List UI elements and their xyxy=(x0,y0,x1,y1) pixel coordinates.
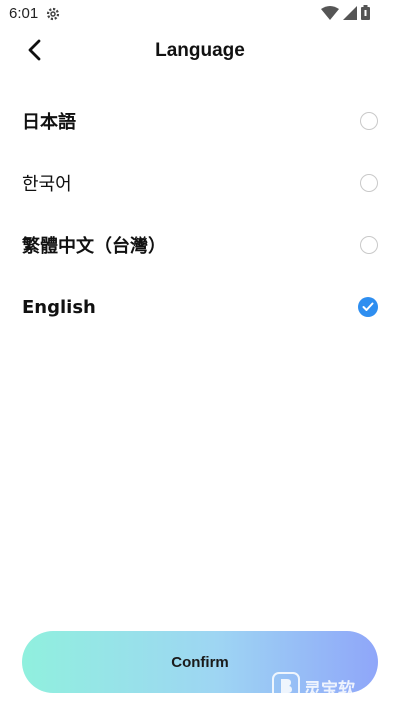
watermark: 灵宝软 xyxy=(272,664,400,711)
language-list: 日本語 한국어 繁體中文（台灣） English xyxy=(0,90,400,338)
status-icons xyxy=(321,5,370,24)
language-label: 日本語 xyxy=(22,112,76,133)
language-label: English xyxy=(22,296,96,318)
radio-unchecked-icon[interactable] xyxy=(360,174,378,192)
signal-icon xyxy=(343,5,357,24)
language-option-korean[interactable]: 한국어 xyxy=(0,152,400,214)
watermark-text: 灵宝软 xyxy=(304,680,355,700)
language-option-english[interactable]: English xyxy=(0,276,400,338)
radio-unchecked-icon[interactable] xyxy=(360,112,378,130)
confirm-label: Confirm xyxy=(171,653,229,671)
header: Language xyxy=(0,28,400,76)
page-title: Language xyxy=(155,40,245,61)
language-option-traditional-chinese[interactable]: 繁體中文（台灣） xyxy=(0,214,400,276)
wifi-icon xyxy=(321,5,339,24)
radio-checked-icon[interactable] xyxy=(358,297,378,317)
watermark-logo-icon xyxy=(272,671,300,704)
language-option-japanese[interactable]: 日本語 xyxy=(0,90,400,152)
status-time: 6:01 xyxy=(9,5,39,22)
settings-gear-icon xyxy=(45,6,61,22)
radio-unchecked-icon[interactable] xyxy=(360,236,378,254)
language-label: 繁體中文（台灣） xyxy=(22,236,166,257)
battery-icon xyxy=(361,5,370,24)
language-label: 한국어 xyxy=(22,174,72,195)
status-bar: 6:01 xyxy=(0,0,400,28)
